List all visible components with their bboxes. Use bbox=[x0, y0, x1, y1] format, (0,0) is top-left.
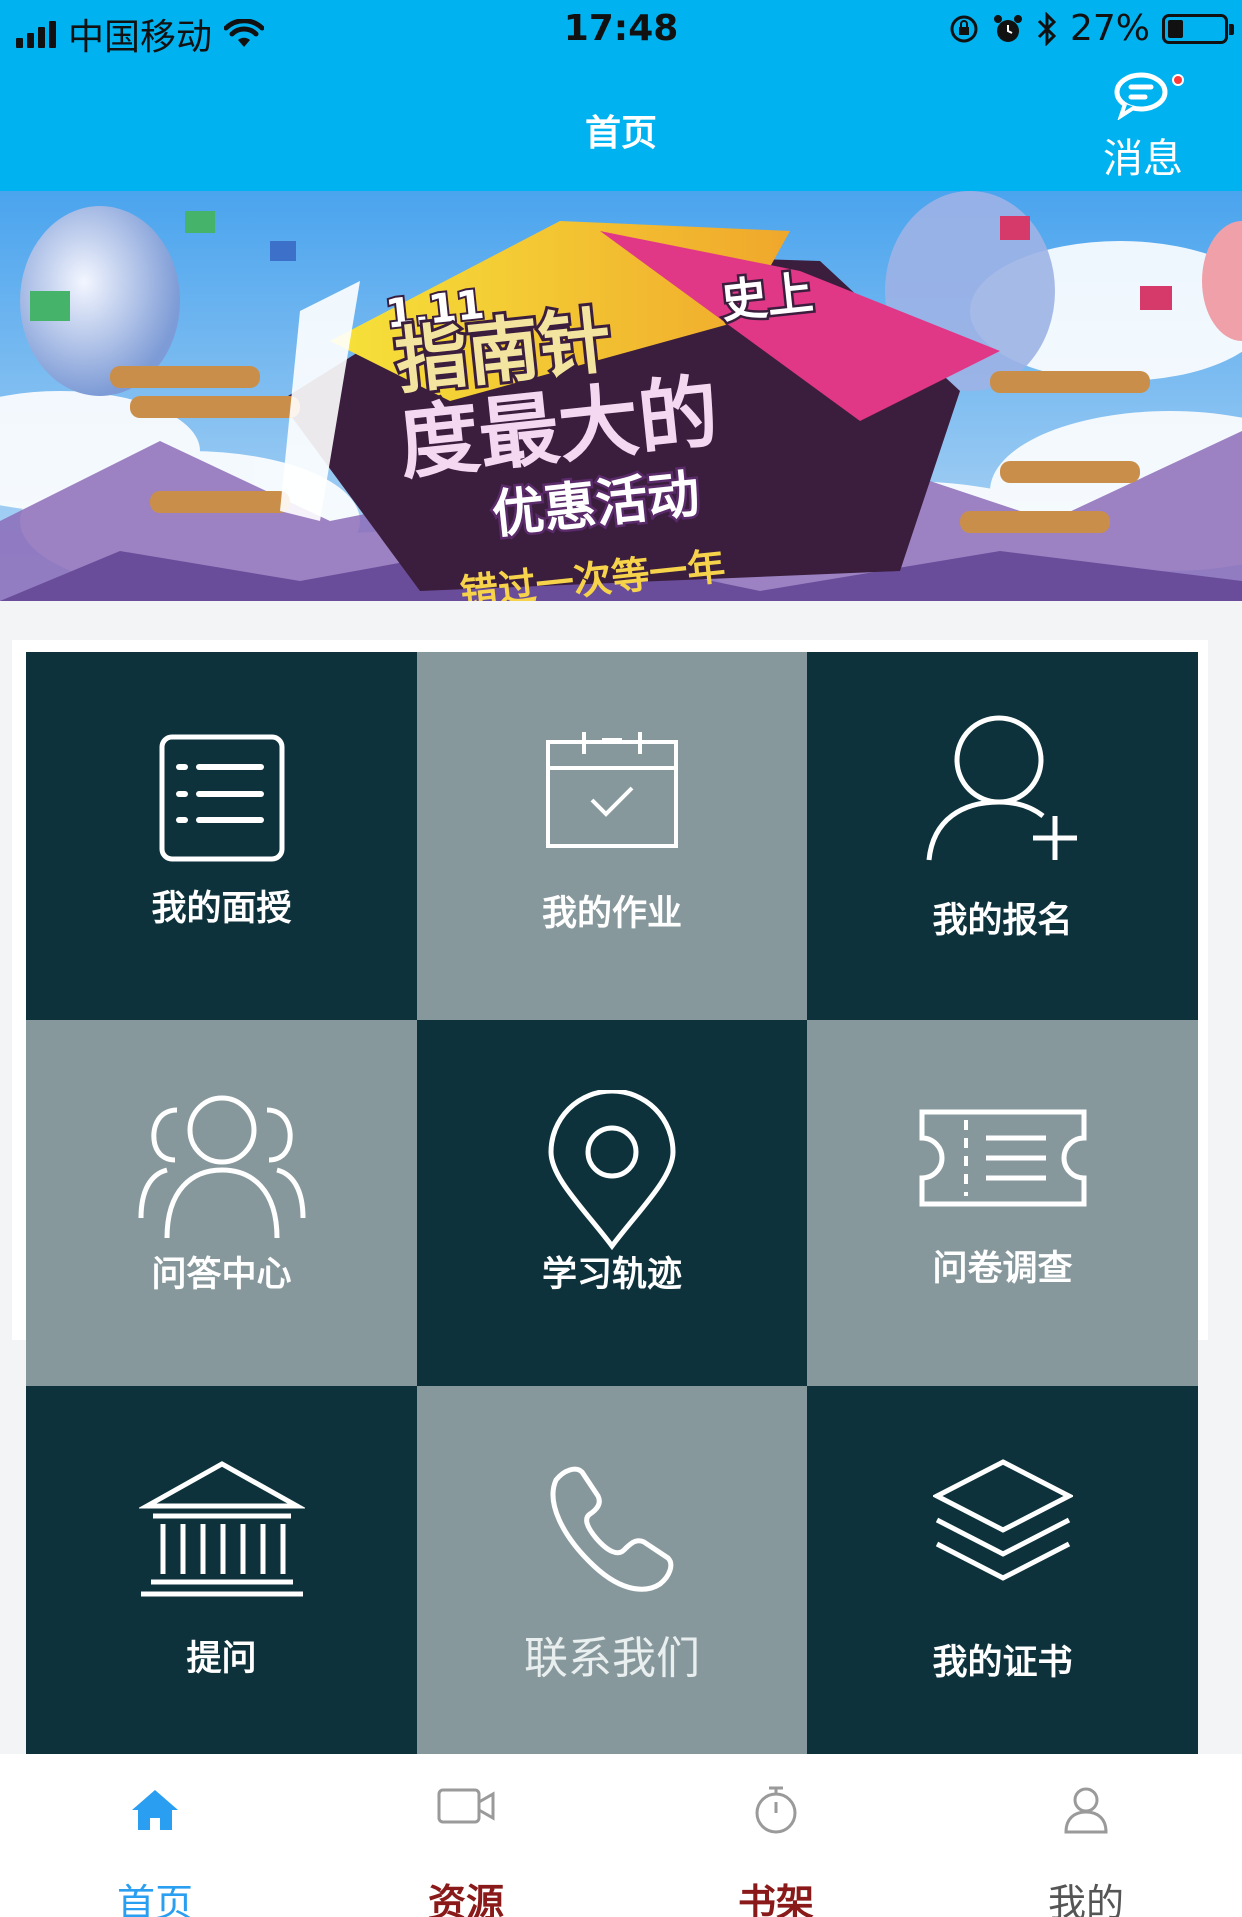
ticket-icon bbox=[919, 1109, 1086, 1207]
tile-label: 我的证书 bbox=[932, 1643, 1073, 1683]
stopwatch-icon bbox=[755, 1786, 797, 1834]
banner-line1b: 史上 bbox=[719, 265, 816, 328]
unread-dot bbox=[1172, 74, 1184, 86]
tile-label: 问卷调查 bbox=[932, 1249, 1073, 1289]
tile-label: 我的作业 bbox=[541, 894, 682, 934]
tile-label: 我的面授 bbox=[151, 889, 292, 929]
tile-my-certificate[interactable]: 我的证书 bbox=[807, 1386, 1198, 1754]
tab-label: 首页 bbox=[116, 1881, 193, 1917]
tile-label: 我的报名 bbox=[932, 901, 1073, 941]
status-bar: 中国移动 17:48 27% bbox=[0, 0, 1242, 62]
page-title: 首页 bbox=[584, 113, 657, 154]
calendar-check-icon bbox=[546, 732, 678, 848]
list-icon bbox=[159, 734, 284, 862]
tile-my-lessons[interactable]: 我的面授 bbox=[26, 652, 417, 1020]
home-icon bbox=[132, 1790, 178, 1830]
bank-icon bbox=[138, 1461, 305, 1597]
person-icon bbox=[1064, 1787, 1108, 1834]
banner-artwork: 1.11 指南针 史上 度最大的 优惠活动 错过一次等一年 bbox=[0, 191, 1242, 601]
tab-mine[interactable]: 我的 bbox=[986, 1754, 1186, 1917]
tile-label: 联系我们 bbox=[524, 1633, 700, 1684]
rotation-lock-icon bbox=[950, 15, 978, 42]
tab-label: 我的 bbox=[1047, 1881, 1124, 1917]
battery-percent: 27% bbox=[1069, 8, 1150, 49]
chat-bubble-icon bbox=[1114, 72, 1168, 121]
tile-contact-us[interactable]: 联系我们 bbox=[417, 1386, 807, 1754]
tile-survey[interactable]: 问卷调查 bbox=[807, 1020, 1198, 1386]
tile-label: 提问 bbox=[186, 1639, 257, 1679]
video-icon bbox=[437, 1788, 495, 1824]
tab-resources[interactable]: 资源 bbox=[366, 1754, 566, 1917]
top-header: 中国移动 17:48 27% 首页 消息 bbox=[0, 0, 1242, 191]
group-icon bbox=[138, 1095, 305, 1239]
promo-banner[interactable]: 1.11 指南针 史上 度最大的 优惠活动 错过一次等一年 bbox=[0, 191, 1242, 601]
message-button[interactable]: 消息 bbox=[1088, 70, 1198, 186]
alarm-icon bbox=[993, 14, 1022, 42]
tab-label: 资源 bbox=[427, 1881, 504, 1917]
location-pin-icon bbox=[548, 1090, 676, 1250]
tile-my-homework[interactable]: 我的作业 bbox=[417, 652, 807, 1020]
bluetooth-icon bbox=[1037, 11, 1057, 46]
tile-ask-question[interactable]: 提问 bbox=[26, 1386, 417, 1754]
layers-icon bbox=[932, 1459, 1073, 1581]
tile-label: 学习轨迹 bbox=[541, 1255, 682, 1295]
feature-grid: 我的面授 我的作业 我的报名 问答中心 学习轨迹 问卷调查 提问 联系我们 我的… bbox=[26, 652, 1198, 1754]
tile-qa-center[interactable]: 问答中心 bbox=[26, 1020, 417, 1386]
tile-my-registration[interactable]: 我的报名 bbox=[807, 652, 1198, 1020]
battery-icon bbox=[1162, 13, 1234, 44]
phone-icon bbox=[550, 1466, 674, 1592]
status-right: 27% bbox=[948, 8, 1234, 49]
bottom-tab-bar: 首页 资源 书架 我的 bbox=[0, 1754, 1242, 1917]
tile-study-track[interactable]: 学习轨迹 bbox=[417, 1020, 807, 1386]
user-add-icon bbox=[926, 715, 1077, 861]
tile-label: 问答中心 bbox=[151, 1255, 292, 1295]
tab-bookshelf[interactable]: 书架 bbox=[676, 1754, 876, 1917]
tab-home[interactable]: 首页 bbox=[55, 1754, 255, 1917]
message-label: 消息 bbox=[1103, 136, 1183, 182]
tab-label: 书架 bbox=[737, 1881, 814, 1917]
